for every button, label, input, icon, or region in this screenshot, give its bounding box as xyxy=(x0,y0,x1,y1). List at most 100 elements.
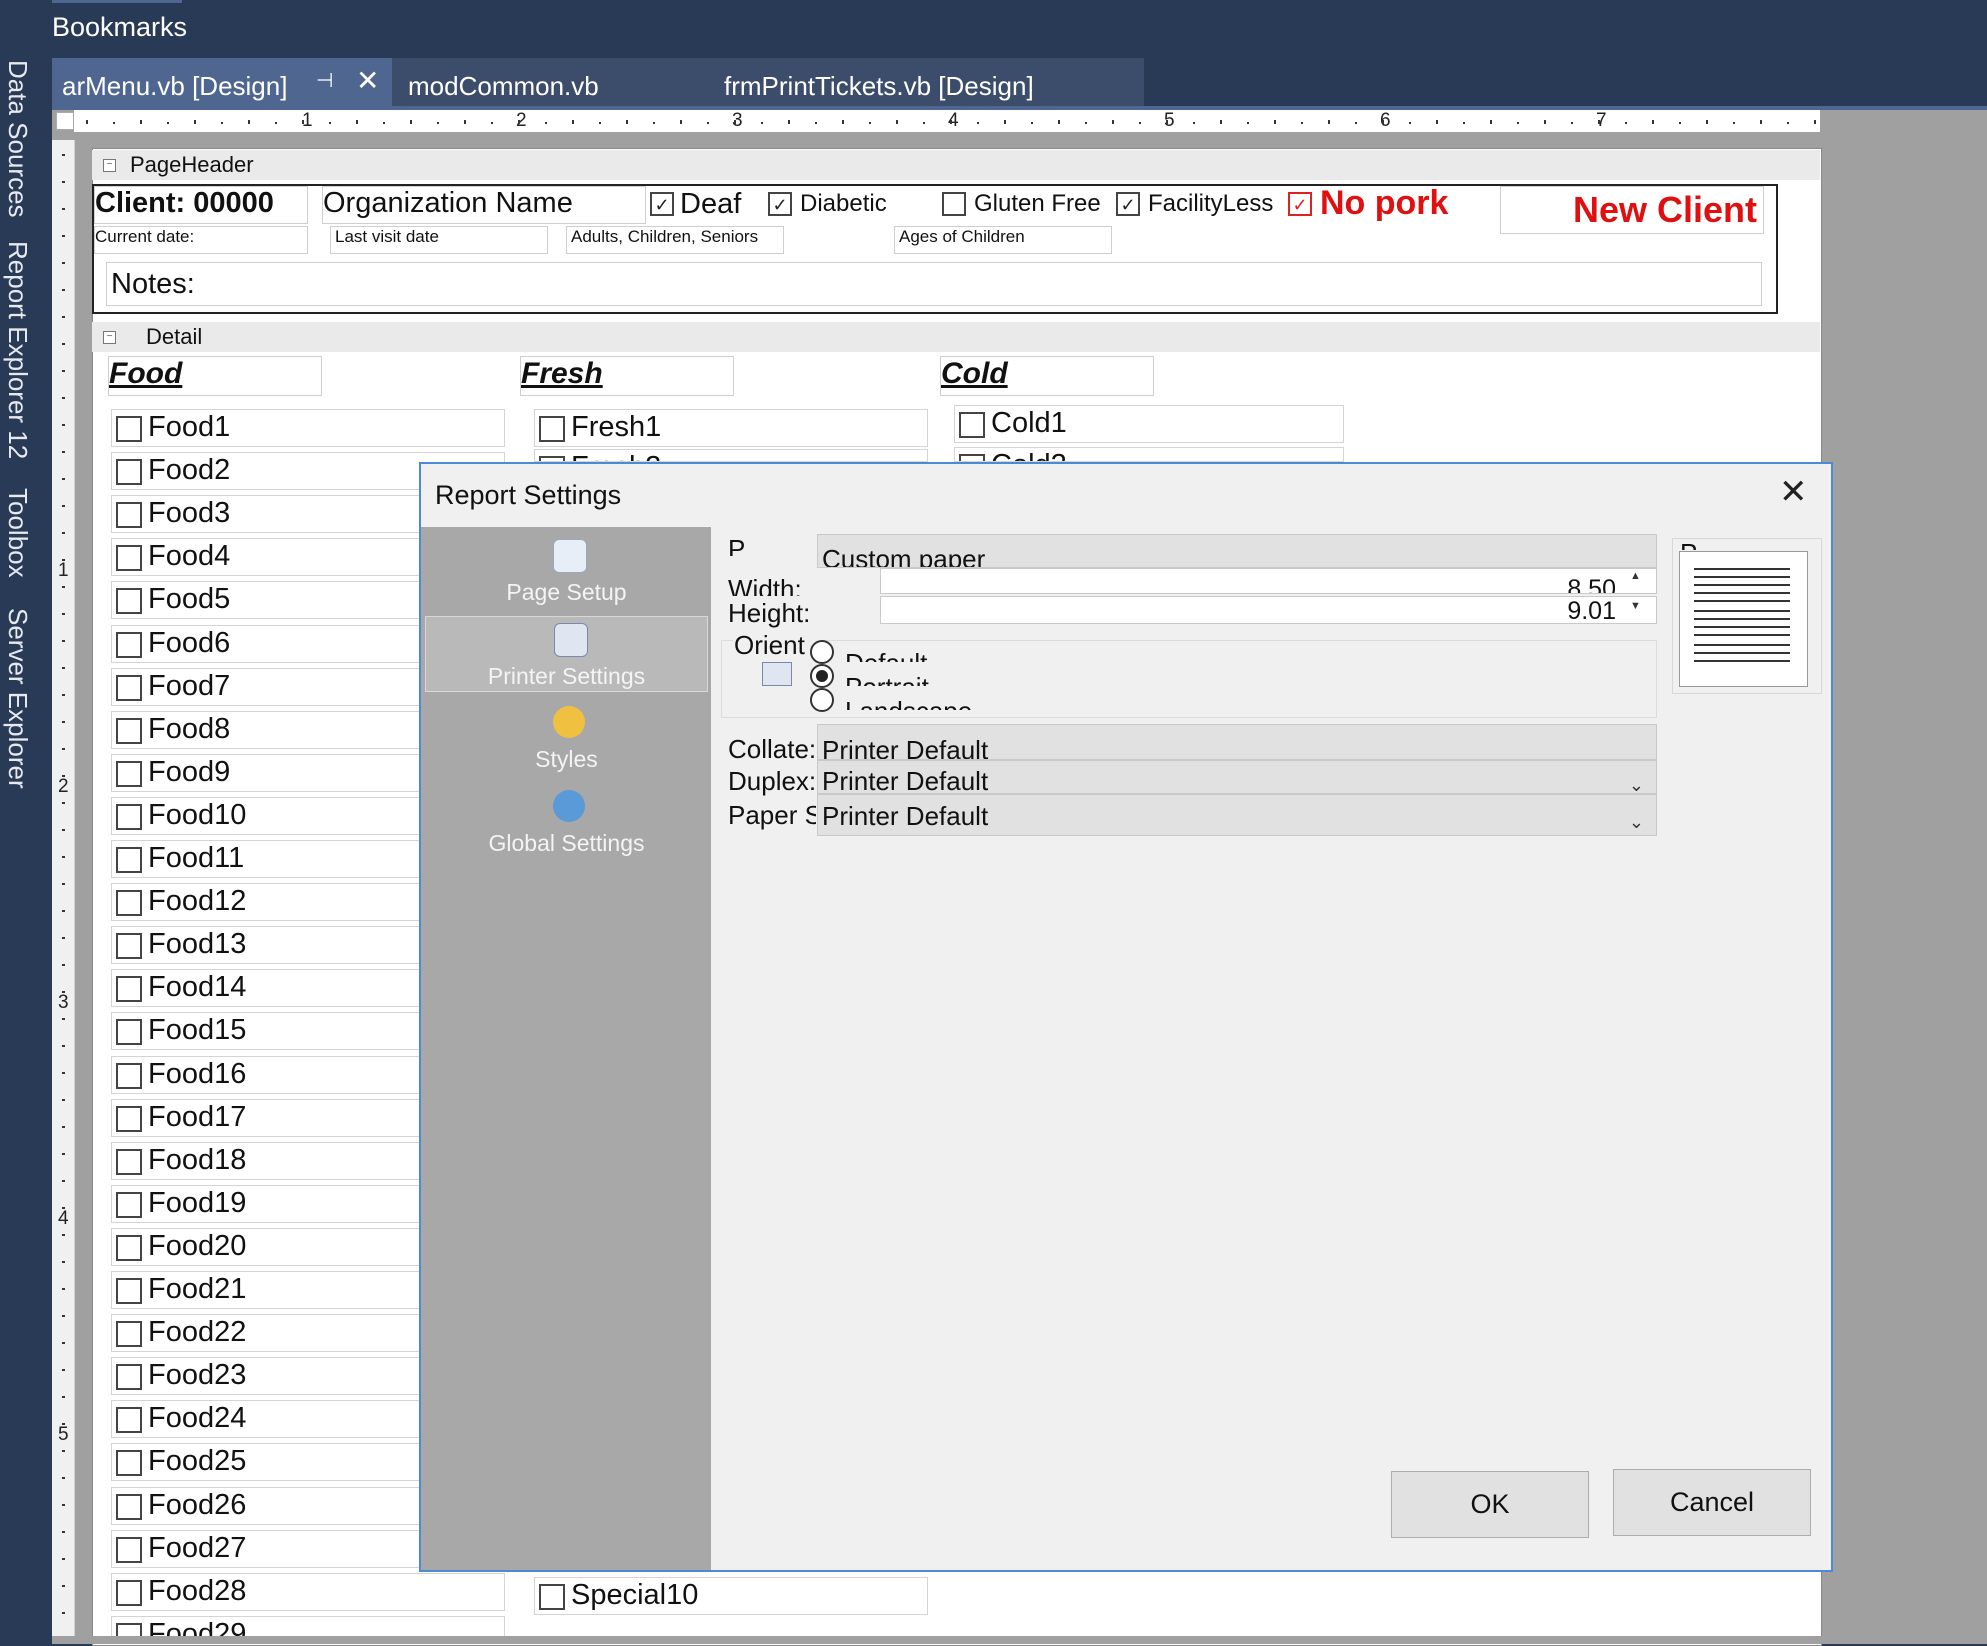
checkbox[interactable] xyxy=(116,1106,142,1132)
cold-column-header[interactable]: Cold xyxy=(940,356,1154,396)
fresh-item[interactable]: Fresh2 xyxy=(534,449,928,462)
sidebar-tab-report-explorer[interactable]: Report Explorer 12 xyxy=(2,241,33,459)
checkbox[interactable] xyxy=(116,1580,142,1606)
close-icon[interactable]: ✕ xyxy=(356,64,379,97)
detail-band-bar[interactable] xyxy=(92,322,1820,352)
checkbox[interactable] xyxy=(959,454,985,461)
food-column-header[interactable]: Food xyxy=(108,356,322,396)
food-item[interactable]: Food1 xyxy=(111,409,505,447)
duplex-combo[interactable]: Printer Default ⌄ xyxy=(817,760,1657,794)
adults-children-field[interactable]: Adults, Children, Seniors xyxy=(566,226,784,254)
tab-armenu-design[interactable]: arMenu.vb [Design] xyxy=(52,58,392,106)
orientation-default-radio[interactable] xyxy=(810,640,834,664)
bottom-scroll-strip[interactable] xyxy=(52,1636,1987,1644)
checkbox[interactable] xyxy=(116,416,142,442)
checkbox[interactable] xyxy=(116,1063,142,1089)
ruler-tick xyxy=(62,1072,65,1074)
nav-styles[interactable]: Styles xyxy=(425,700,708,776)
checkbox[interactable] xyxy=(116,545,142,571)
special-item[interactable]: Special10 xyxy=(534,1577,928,1615)
checkbox[interactable] xyxy=(116,1278,142,1304)
checkbox[interactable] xyxy=(116,632,142,658)
checkbox[interactable] xyxy=(116,933,142,959)
tab-modcommon[interactable]: modCommon.vb xyxy=(394,58,704,106)
paper-source-combo[interactable]: Printer Default ⌄ xyxy=(817,794,1657,836)
ruler-tick xyxy=(62,748,65,750)
food-item[interactable]: Food28 xyxy=(111,1573,505,1611)
fresh-item[interactable]: Fresh1 xyxy=(534,409,928,447)
cancel-button[interactable]: Cancel xyxy=(1613,1469,1811,1536)
checkbox[interactable] xyxy=(116,502,142,528)
ruler-tick xyxy=(1787,122,1789,124)
checkbox[interactable] xyxy=(116,1450,142,1476)
checkbox[interactable] xyxy=(116,718,142,744)
sidebar-tab-data-sources[interactable]: Data Sources xyxy=(2,60,33,218)
checkbox[interactable] xyxy=(116,1235,142,1261)
checkbox[interactable] xyxy=(116,761,142,787)
checkbox[interactable] xyxy=(116,675,142,701)
ok-button[interactable]: OK xyxy=(1391,1471,1589,1538)
checkbox[interactable] xyxy=(539,1584,565,1610)
item-label: Food5 xyxy=(148,583,231,615)
sidebar-tab-toolbox[interactable]: Toolbox xyxy=(2,488,33,578)
checkbox[interactable] xyxy=(116,588,142,614)
checkbox[interactable] xyxy=(959,412,985,438)
paper-size-combo[interactable]: Custom paper ⌄ xyxy=(817,534,1657,568)
nav-global-settings[interactable]: Global Settings xyxy=(425,784,708,860)
cold-item[interactable]: Cold1 xyxy=(954,405,1344,443)
width-spinner[interactable]: 8.50 xyxy=(880,568,1657,594)
checkbox[interactable] xyxy=(116,804,142,830)
checkbox[interactable] xyxy=(116,1321,142,1347)
checkbox[interactable] xyxy=(116,1494,142,1520)
checkbox[interactable] xyxy=(116,890,142,916)
checkbox[interactable] xyxy=(116,1192,142,1218)
checkbox[interactable] xyxy=(116,976,142,1002)
orientation-landscape-radio[interactable] xyxy=(810,688,834,712)
spin-down-icon[interactable]: ▼ xyxy=(1630,600,1641,612)
orientation-portrait-radio[interactable] xyxy=(810,664,834,688)
checkbox[interactable] xyxy=(116,1537,142,1563)
checkbox[interactable] xyxy=(116,459,142,485)
pageheader-label: PageHeader xyxy=(130,152,254,177)
bookmarks-title[interactable]: Bookmarks xyxy=(52,12,187,43)
deaf-checkbox[interactable]: ✓ xyxy=(650,192,674,216)
org-name-field[interactable]: Organization Name xyxy=(322,186,646,224)
collapse-icon[interactable]: − xyxy=(103,331,116,344)
collate-combo[interactable]: Printer Default ⌄ xyxy=(817,724,1657,760)
notes-field[interactable]: Notes: xyxy=(106,262,1762,306)
gluten-free-checkbox[interactable] xyxy=(942,192,966,216)
diabetic-checkbox[interactable]: ✓ xyxy=(768,192,792,216)
current-date-field[interactable]: Current date: xyxy=(94,226,308,254)
checkbox[interactable] xyxy=(116,1407,142,1433)
close-icon[interactable]: ✕ xyxy=(1779,472,1808,512)
spin-up-icon[interactable]: ▲ xyxy=(1630,570,1641,582)
tab-frmprinttickets-design[interactable]: frmPrintTickets.vb [Design] xyxy=(714,58,1144,106)
preview-line xyxy=(1694,652,1790,654)
ruler-tick xyxy=(464,120,466,124)
height-spinner[interactable]: 9.01 xyxy=(880,596,1657,624)
checkbox[interactable] xyxy=(116,1149,142,1175)
sidebar-tab-server-explorer[interactable]: Server Explorer xyxy=(2,608,33,789)
checkbox[interactable] xyxy=(116,1019,142,1045)
ruler-tick xyxy=(62,532,65,534)
checkbox[interactable] xyxy=(116,847,142,873)
ruler-tick xyxy=(734,120,736,124)
pin-icon[interactable]: ⊣ xyxy=(316,68,333,93)
checkbox[interactable] xyxy=(539,416,565,442)
pageheader-band-bar[interactable] xyxy=(92,150,1820,180)
checkbox[interactable] xyxy=(116,1364,142,1390)
facilityless-label: FacilityLess xyxy=(1148,190,1274,217)
cold-item[interactable]: Cold2 xyxy=(954,447,1344,462)
collapse-icon[interactable]: − xyxy=(103,159,116,172)
new-client-label[interactable]: New Client xyxy=(1500,186,1764,234)
fresh-column-header[interactable]: Fresh xyxy=(520,356,734,396)
nav-page-setup[interactable]: Page Setup xyxy=(425,533,708,609)
ages-of-children-field[interactable]: Ages of Children xyxy=(894,226,1112,254)
last-visit-field[interactable]: Last visit date xyxy=(330,226,548,254)
nav-printer-settings[interactable]: Printer Settings xyxy=(425,616,708,692)
no-pork-checkbox[interactable]: ✓ xyxy=(1288,192,1312,216)
facilityless-checkbox[interactable]: ✓ xyxy=(1116,192,1140,216)
ruler-corner[interactable] xyxy=(56,112,74,130)
client-field[interactable]: Client: 00000 xyxy=(94,186,308,224)
ruler-tick xyxy=(62,829,65,831)
